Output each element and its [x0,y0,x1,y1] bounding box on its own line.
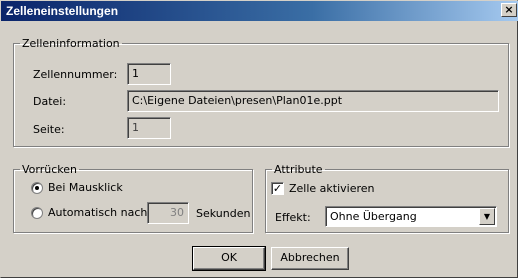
zellennummer-field[interactable]: 1 [127,63,171,85]
radio-bei-mausklick[interactable] [31,182,43,194]
seconds-unit-label: Sekunden [196,207,251,220]
ok-button[interactable]: OK [192,246,266,271]
radio-bei-mausklick-label[interactable]: Bei Mausklick [48,181,123,194]
vorruecken-group: Vorrücken [13,163,253,233]
effekt-selected-value: Ohne Übergang [330,210,417,223]
dialog-window: Zelleneinstellungen × Zelleninformation … [0,0,518,278]
cancel-button[interactable]: Abbrechen [271,247,349,270]
close-button[interactable]: × [501,3,517,17]
zelle-aktivieren-label[interactable]: Zelle aktivieren [289,182,375,195]
datei-label: Datei: [33,95,67,108]
chevron-down-icon[interactable]: ▼ [479,208,495,225]
checkmark-icon: ✓ [272,182,283,195]
zelleninformation-legend: Zelleninformation [22,37,120,50]
zelle-aktivieren-checkbox[interactable]: ✓ [271,182,284,195]
seite-label: Seite: [33,123,65,136]
zellennummer-label: Zellennummer: [33,68,118,81]
radio-automatisch-label[interactable]: Automatisch nach [48,206,147,219]
attribute-legend: Attribute [274,163,323,176]
close-icon: × [504,3,514,16]
effekt-label: Effekt: [275,211,311,224]
seite-field[interactable]: 1 [127,117,171,139]
datei-field[interactable]: C:\Eigene Dateien\presen\Plan01e.ppt [127,90,499,112]
effekt-dropdown[interactable]: Ohne Übergang ▼ [325,206,497,227]
title-bar[interactable]: Zelleneinstellungen × [1,1,518,21]
seconds-field[interactable]: 30 [147,202,189,224]
vorruecken-legend: Vorrücken [22,163,77,176]
window-title: Zelleneinstellungen [6,4,119,18]
radio-automatisch[interactable] [31,207,43,219]
